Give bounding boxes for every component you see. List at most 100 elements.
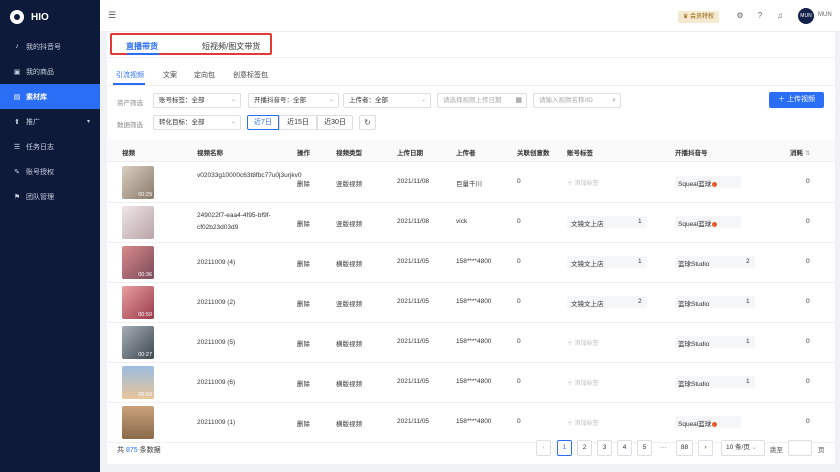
douyin-account-label: Squeal篮球 [678,221,712,228]
flame-icon [712,421,718,427]
video-name[interactable]: 20211009 (6) [197,377,287,389]
video-thumbnail[interactable]: 00:29 [122,166,154,199]
tab-short-video-selling[interactable]: 短视频/图文带货 [202,41,260,52]
video-thumbnail[interactable]: 00:27 [122,326,154,359]
video-search-input[interactable]: 请输入视频名称/ID ⌕ [533,93,621,108]
upload-date-picker[interactable]: 请选择视频上传日期 ▦ [437,93,527,108]
logo[interactable]: HIO [0,0,100,34]
video-name[interactable]: 20211009 (4) [197,257,287,269]
jump-page-input[interactable] [788,440,812,456]
page-2-button[interactable]: 2 [577,440,592,456]
add-tag-link[interactable]: ＋ 添加标签 [567,418,599,427]
sidebar-item-1[interactable]: ▣ 我的商品 [0,59,100,84]
add-tag-label: 添加标签 [574,381,599,387]
tab-live-selling[interactable]: 直播带货 [126,41,158,52]
uploader: 158****4800 [456,298,492,305]
range-30d-button[interactable]: 近30日 [317,115,353,130]
page-ellipsis[interactable]: ··· [660,444,667,451]
video-type: 横版视频 [336,381,362,388]
upload-video-button[interactable]: ＋ 上传视频 [769,92,824,108]
uploader: 158****4800 [456,418,492,425]
account-tag-select[interactable]: 账号标签：全部 ⌄ [153,93,241,108]
sidebar-item-0[interactable]: ♪ 我的抖音号 [0,34,100,59]
sidebar-item-6[interactable]: ⚑ 团队管理 [0,184,100,209]
douyin-account-count: 1 [746,298,750,305]
cost-value: 0 [806,298,810,305]
video-name[interactable]: 20211009 (2) [197,297,287,309]
page-size-select[interactable]: 10 条/页 ⌄ [721,440,765,456]
help-icon[interactable]: ? [754,10,766,22]
cost-value: 0 [806,258,810,265]
settings-icon[interactable]: ⚙ [734,10,746,22]
page-4-button[interactable]: 4 [617,440,632,456]
douyin-account-name: 篮球Studio [678,298,709,308]
video-thumbnail[interactable] [122,406,154,439]
prev-page-button[interactable]: ‹ [536,440,551,456]
add-tag-label: 添加标签 [574,181,599,187]
sidebar-item-3[interactable]: ⬆ 推广 ▾ [0,109,100,134]
add-tag-link[interactable]: ＋ 添加标签 [567,378,599,387]
video-name[interactable]: 20211009 (5) [197,337,287,349]
delete-link[interactable]: 删除 [297,378,310,388]
page-1-button[interactable]: 1 [557,440,572,456]
menu-fold-icon[interactable]: ☰ [108,10,116,21]
table-row: 20211009 (1) 删除 横版视频 2021/11/05 158****4800 0… [107,403,835,443]
douyin-account-label: 篮球Studio [678,341,710,348]
video-name[interactable]: 249022f7-eaa4-4f95-bf9f-cf02b23d03d9 [197,210,287,234]
tab-copy[interactable]: 文案 [163,70,177,80]
user-name[interactable]: MUN [818,12,832,18]
search-icon[interactable]: ⌕ [612,94,616,107]
video-name[interactable]: v02033g10000c63t8fbc77u0j3urjkv0 [197,170,301,182]
vip-badge[interactable]: ♛ 会员特权 [678,11,720,23]
delete-link[interactable]: 删除 [297,258,310,268]
delete-link[interactable]: 删除 [297,178,310,188]
library-icon: ▤ [13,93,21,101]
video-thumbnail[interactable]: 00:29 [122,366,154,399]
divider [107,57,835,58]
avatar[interactable]: MUN [798,8,814,24]
add-tag-link[interactable]: ＋ 添加标签 [567,338,599,347]
refresh-icon[interactable]: ↻ [359,115,376,130]
data-filter-label: 数据筛选 [117,122,143,129]
creative-count: 0 [517,378,521,385]
sidebar-item-4[interactable]: ☰ 任务日志 [0,134,100,159]
delete-link[interactable]: 删除 [297,338,310,348]
delete-link[interactable]: 删除 [297,298,310,308]
chevron-down-icon: ⌄ [420,97,426,103]
delete-link[interactable]: 删除 [297,218,310,228]
page-3-button[interactable]: 3 [597,440,612,456]
next-page-button[interactable]: › [698,440,713,456]
col-cost[interactable]: 消耗 ⇅ [790,147,810,157]
delete-link[interactable]: 删除 [297,418,310,428]
video-thumbnail[interactable]: 00:59 [122,286,154,319]
video-type: 横版视频 [336,421,362,428]
range-15d-button[interactable]: 近15日 [279,115,317,130]
target-select[interactable]: 转化目标：全部 ⌄ [153,115,241,130]
sidebar-item-2[interactable]: ▤ 素材库 [0,84,100,109]
page-last-button[interactable]: 88 [676,440,693,456]
uploader-select[interactable]: 上传者：全部 ⌄ [343,93,431,108]
target-value: 转化目标：全部 [159,119,205,126]
add-tag-link[interactable]: ＋ 添加标签 [567,178,599,187]
col-uploader: 上传者 [456,150,476,157]
headset-icon[interactable]: ♫ [774,10,786,22]
page-5-button[interactable]: 5 [637,440,652,456]
auth-icon: ✎ [14,168,20,176]
tab-lead-videos[interactable]: 引流视频 [116,70,144,80]
video-thumbnail[interactable] [122,206,154,239]
douyin-account-name: 篮球Studio [678,378,709,388]
creative-count: 0 [517,178,521,185]
sort-icon[interactable]: ⇅ [805,150,810,157]
live-account-select[interactable]: 开播抖音号：全部 ⌄ [248,93,339,108]
range-7d-button[interactable]: 近7日 [247,115,279,130]
tab-creative-tags[interactable]: 创意标签包 [233,70,268,80]
upload-date: 2021/11/05 [397,298,430,305]
sidebar-item-5[interactable]: ✎ 账号授权 [0,159,100,184]
video-name[interactable]: 20211009 (1) [197,417,287,429]
uploader-value: 上传者：全部 [349,97,388,104]
tab-targeting[interactable]: 定向包 [194,70,215,80]
video-thumbnail[interactable]: 00:36 [122,246,154,279]
col-type: 视频类型 [336,150,362,157]
upload-date: 2021/11/05 [397,378,430,385]
douyin-account-name: Squeal篮球 [678,178,718,188]
